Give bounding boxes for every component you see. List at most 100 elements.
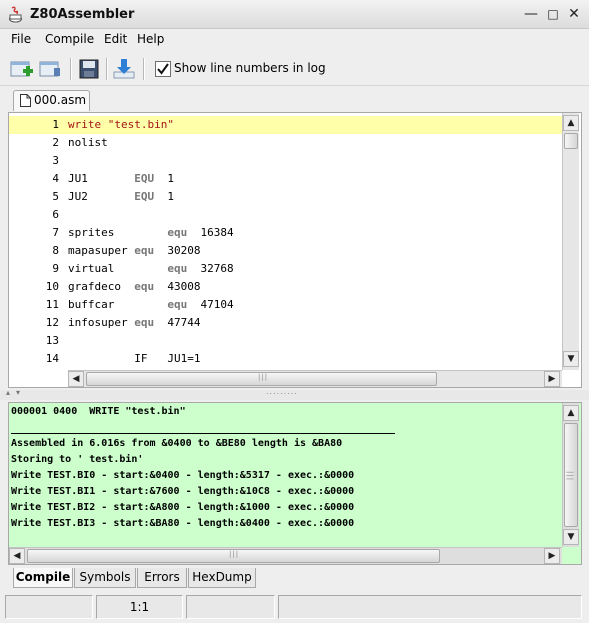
tab-document[interactable]: 000.asm [13, 90, 90, 111]
code-keyword: equ [167, 298, 188, 311]
code-token: 1 [154, 172, 174, 185]
line-number: 12 [45, 316, 59, 329]
code-token: nolist [68, 136, 108, 149]
code-keyword: EQU [134, 190, 155, 203]
code-token: 16384 [187, 226, 234, 239]
menu-edit[interactable]: Edit [104, 32, 127, 46]
code-token: 43008 [154, 280, 201, 293]
code-line[interactable]: 5 JU2 EQU 1 [9, 188, 562, 206]
code-line[interactable]: 2 nolist [9, 134, 562, 152]
log-separator-line [11, 433, 395, 434]
code-line[interactable]: 4 JU1 EQU 1 [9, 170, 562, 188]
code-token: 30208 [154, 244, 201, 257]
code-text: nolist [68, 134, 108, 152]
code-line[interactable]: 12 infosuper equ 47744 [9, 314, 562, 332]
code-token: sprites [68, 226, 168, 239]
code-keyword: EQU [134, 172, 155, 185]
tab-errors[interactable]: Errors [137, 568, 187, 588]
menu-file[interactable]: File [11, 32, 31, 46]
log-vertical-scrollbar[interactable]: ▲ ||| ▼ [562, 403, 579, 547]
tab-filename: 000.asm [34, 93, 87, 107]
code-editor[interactable]: 1 write "test.bin" 2 nolist 3 4 JU1 EQU 1 5 JU2 … [8, 112, 582, 388]
status-cell-1 [5, 595, 93, 619]
code-line[interactable]: 7 sprites equ 16384 [9, 224, 562, 242]
editor-vertical-scrollbar[interactable]: ▲ ▼ [562, 113, 579, 370]
scroll-right-button[interactable]: ▶ [544, 371, 560, 387]
code-line[interactable]: 14 IF JU1=1 [9, 350, 562, 368]
code-text: infosuper equ 47744 [68, 314, 200, 332]
log-horizontal-scrollbar[interactable]: ◀ ||| ▶ [9, 547, 562, 564]
collapse-down-icon[interactable]: ▾ [16, 388, 20, 397]
tab-hexdump[interactable]: HexDump [188, 568, 256, 588]
code-text: JU1 EQU 1 [68, 170, 174, 188]
editor-horizontal-scrollbar[interactable]: ◀ ||| ▶ [68, 370, 562, 387]
log-scroll-grip-icon: ||| [229, 550, 240, 558]
menu-help[interactable]: Help [137, 32, 164, 46]
code-text: sprites equ 16384 [68, 224, 234, 242]
code-line[interactable]: 3 [9, 152, 562, 170]
code-text: virtual equ 32768 [68, 260, 234, 278]
menu-compile[interactable]: Compile [45, 32, 94, 46]
line-number: 10 [45, 280, 59, 293]
new-file-icon[interactable] [8, 56, 36, 82]
tab-compile[interactable]: Compile [13, 568, 73, 588]
line-number: 11 [45, 298, 59, 311]
bottom-tab-bar: Compile Symbols Errors HexDump [0, 566, 589, 590]
open-file-icon[interactable] [37, 56, 65, 82]
code-text: buffcar equ 47104 [68, 296, 234, 314]
line-number: 5 [52, 190, 59, 203]
log-line: Storing to ' test.bin' [11, 454, 144, 465]
code-line[interactable]: 11 buffcar equ 47104 [9, 296, 562, 314]
code-text: JU2 EQU 1 [68, 188, 174, 206]
code-keyword: equ [134, 280, 155, 293]
status-cursor-position: 1:1 [96, 595, 183, 619]
compile-log: 000001 0400 WRITE "test.bin" Assembled in… [8, 402, 582, 565]
toolbar-separator [143, 58, 145, 80]
close-button[interactable]: ✕ [566, 6, 582, 22]
toolbar-separator [70, 58, 72, 80]
code-line[interactable]: 1 write "test.bin" [9, 116, 562, 134]
code-text: write "test.bin" [68, 116, 174, 134]
save-icon[interactable] [75, 56, 103, 82]
status-cell-4 [278, 595, 582, 619]
code-line[interactable]: 6 [9, 206, 562, 224]
code-line[interactable]: 9 virtual equ 32768 [9, 260, 562, 278]
tab-symbols[interactable]: Symbols [74, 568, 136, 588]
line-number: 13 [45, 334, 59, 347]
scroll-up-button[interactable]: ▲ [563, 115, 579, 131]
scroll-left-button[interactable]: ◀ [68, 371, 84, 387]
line-number: 6 [52, 208, 59, 221]
code-line[interactable]: 13 [9, 332, 562, 350]
log-scroll-left-button[interactable]: ◀ [9, 548, 25, 564]
download-icon[interactable] [110, 56, 138, 82]
collapse-up-icon[interactable]: ▴ [6, 388, 10, 397]
log-scroll-right-button[interactable]: ▶ [544, 548, 560, 564]
show-line-numbers-label: Show line numbers in log [174, 61, 326, 75]
code-line[interactable]: 8 mapasuper equ 30208 [9, 242, 562, 260]
code-token: virtual [68, 262, 168, 275]
line-number: 4 [52, 172, 59, 185]
split-pane-divider[interactable]: ▴ ▾ ......... [0, 387, 589, 400]
code-keyword: equ [134, 244, 155, 257]
code-keyword: equ [167, 226, 188, 239]
code-token: 47104 [187, 298, 234, 311]
window-title: Z80Assembler [30, 7, 135, 22]
title-bar: Z80Assembler — □ ✕ [0, 0, 589, 29]
code-token: JU2 [68, 190, 135, 203]
line-number: 2 [52, 136, 59, 149]
maximize-button[interactable]: □ [545, 6, 561, 22]
menu-bar: File Compile Edit Help [0, 29, 589, 51]
status-cell-3 [186, 595, 275, 619]
minimize-button[interactable]: — [523, 6, 539, 22]
show-line-numbers-checkbox[interactable] [155, 61, 171, 77]
code-line[interactable]: 10 grafdeco equ 43008 [9, 278, 562, 296]
editor-vscroll-thumb[interactable] [564, 133, 578, 149]
code-token: grafdeco [68, 280, 135, 293]
code-text: mapasuper equ 30208 [68, 242, 200, 260]
line-number: 8 [52, 244, 59, 257]
log-scroll-down-button[interactable]: ▼ [563, 529, 579, 545]
log-scroll-up-button[interactable]: ▲ [563, 405, 579, 421]
log-line: Write TEST.BI3 - start:&BA80 - length:&0… [11, 518, 355, 529]
code-token: infosuper [68, 316, 135, 329]
scroll-down-button[interactable]: ▼ [563, 351, 579, 367]
